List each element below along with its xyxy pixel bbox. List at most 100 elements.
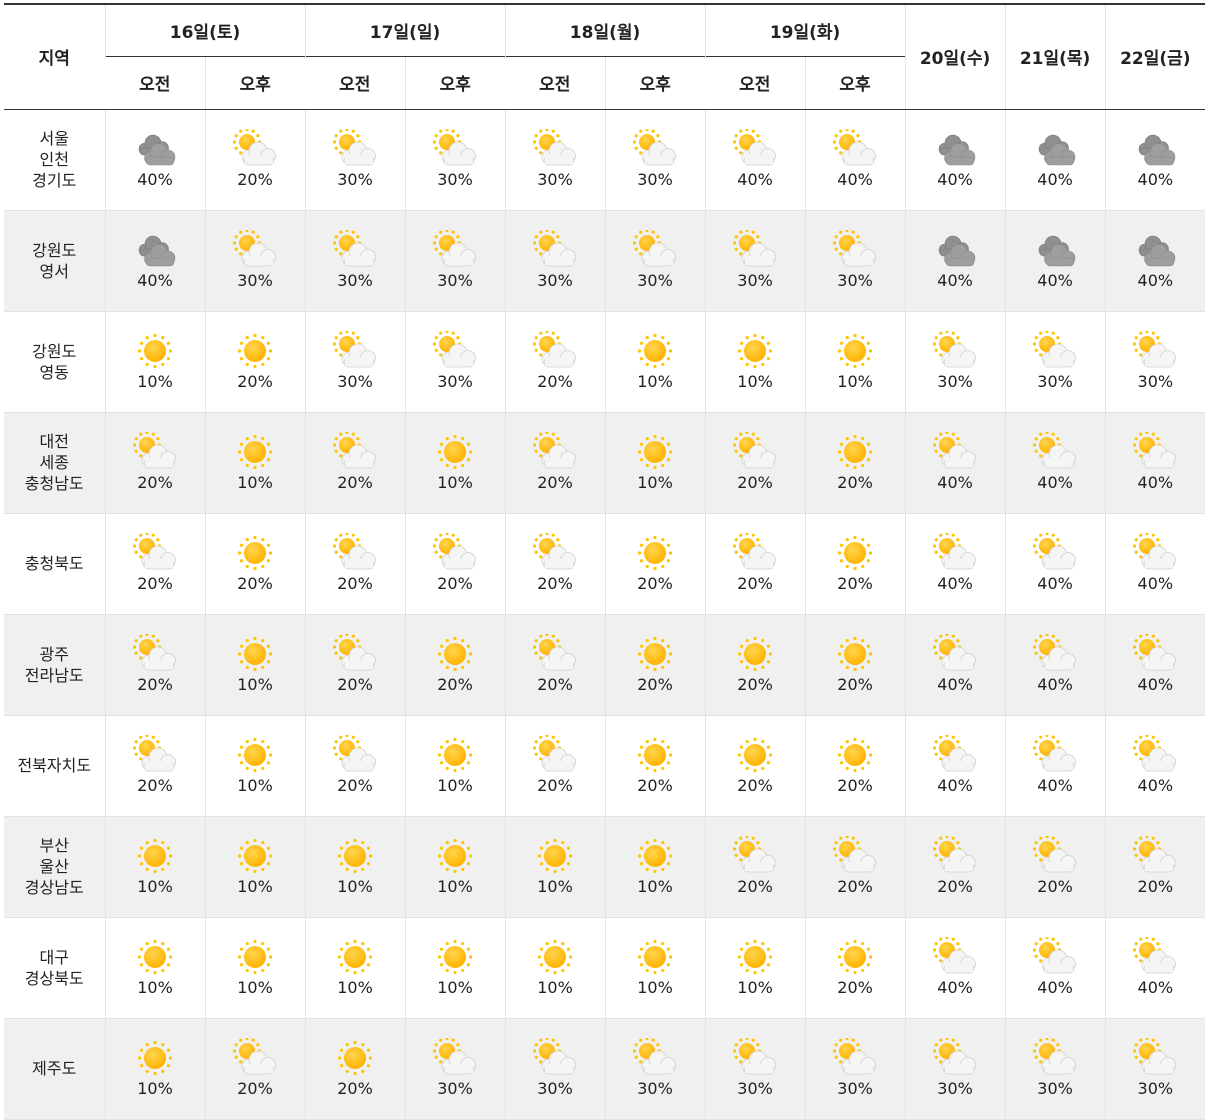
forecast-cell: 20% [204, 513, 306, 615]
precipitation-probability: 20% [737, 877, 773, 896]
partly-cloudy-icon [1131, 836, 1179, 876]
precipitation-probability: 10% [637, 978, 673, 997]
forecast-cell: 20% [904, 816, 1006, 918]
precipitation-probability: 10% [337, 978, 373, 997]
precipitation-probability: 30% [337, 170, 373, 189]
table-body: 서울 인천 경기도 40% 20% 30% 30% 30% 30% 40% 40… [4, 109, 1206, 1120]
sun-icon [731, 735, 779, 775]
partly-cloudy-icon [531, 331, 579, 371]
precipitation-probability: 20% [737, 574, 773, 593]
region-name-line: 강원도 [32, 240, 77, 260]
forecast-cell: 40% [904, 614, 1006, 716]
region-name-line: 충청북도 [24, 554, 84, 573]
precipitation-probability: 20% [337, 1079, 373, 1098]
forecast-cell: 20% [304, 412, 406, 514]
forecast-cell: 40% [1104, 917, 1206, 1019]
precipitation-probability: 10% [237, 978, 273, 997]
forecast-cell: 40% [804, 109, 906, 211]
forecast-cell: 20% [504, 715, 606, 817]
region-cell: 대전 세종 충청남도 [4, 412, 105, 514]
table-row: 강원도 영서 40% 30% 30% 30% 30% 30% 30% 30% 4… [4, 210, 1206, 312]
partly-cloudy-icon [931, 836, 979, 876]
precipitation-probability: 40% [137, 271, 173, 290]
forecast-cell: 20% [304, 513, 406, 615]
forecast-cell: 20% [804, 917, 906, 1019]
precipitation-probability: 10% [137, 978, 173, 997]
precipitation-probability: 20% [837, 473, 873, 492]
partly-cloudy-icon [831, 1038, 879, 1078]
region-name-line: 전북자치도 [17, 756, 92, 775]
sun-icon [831, 735, 879, 775]
region-cell: 대구 경상북도 [4, 917, 105, 1019]
partly-cloudy-icon [931, 735, 979, 775]
forecast-cell: 20% [404, 614, 506, 716]
precipitation-probability: 10% [337, 877, 373, 896]
partly-cloudy-icon [331, 735, 379, 775]
partly-cloudy-icon [331, 331, 379, 371]
region-column-header: 지역 [4, 3, 105, 110]
precipitation-probability: 40% [937, 473, 973, 492]
cloudy-icon [131, 230, 179, 270]
forecast-cell: 20% [104, 614, 205, 716]
forecast-cell: 40% [1004, 210, 1106, 312]
precipitation-probability: 40% [937, 978, 973, 997]
precipitation-probability: 20% [837, 776, 873, 795]
forecast-cell: 10% [204, 816, 306, 918]
precipitation-probability: 10% [537, 877, 573, 896]
forecast-cell: 10% [404, 816, 506, 918]
partly-cloudy-icon [931, 331, 979, 371]
forecast-cell: 20% [204, 1018, 306, 1120]
forecast-cell: 10% [604, 311, 706, 413]
table-row: 부산 울산 경상남도 10% 10% 10% 10% 10% 10% 20% 2… [4, 816, 1206, 918]
precipitation-probability: 10% [437, 776, 473, 795]
forecast-cell: 30% [504, 210, 606, 312]
region-cell: 서울 인천 경기도 [4, 109, 105, 211]
forecast-cell: 10% [104, 311, 205, 413]
precipitation-probability: 30% [437, 271, 473, 290]
forecast-cell: 10% [104, 816, 205, 918]
forecast-cell: 10% [604, 917, 706, 1019]
forecast-cell: 40% [904, 109, 1006, 211]
partly-cloudy-icon [431, 331, 479, 371]
region-name-line: 인천 [39, 150, 69, 169]
sun-icon [531, 836, 579, 876]
table-row: 대전 세종 충청남도 20% 10% 20% 10% 20% 10% 20% 2… [4, 412, 1206, 514]
sun-icon [131, 1038, 179, 1078]
precipitation-probability: 40% [1037, 675, 1073, 694]
forecast-cell: 20% [704, 412, 806, 514]
forecast-cell: 40% [104, 109, 205, 211]
forecast-cell: 10% [204, 917, 306, 1019]
precipitation-probability: 20% [937, 877, 973, 896]
precipitation-probability: 20% [337, 776, 373, 795]
partly-cloudy-icon [1131, 533, 1179, 573]
cloudy-icon [1131, 230, 1179, 270]
precipitation-probability: 20% [137, 675, 173, 694]
precipitation-probability: 20% [537, 372, 573, 391]
forecast-cell: 10% [604, 816, 706, 918]
am-header: 오전 [305, 55, 406, 110]
header-row-days: 지역 16일(토) 17일(일) 18일(월) 19일(화) 20일(수) 21일(목) 2… [4, 3, 1206, 110]
precipitation-probability: 20% [737, 776, 773, 795]
sun-icon [231, 836, 279, 876]
forecast-cell: 30% [604, 109, 706, 211]
forecast-cell: 20% [704, 715, 806, 817]
forecast-cell: 30% [404, 1018, 506, 1120]
forecast-cell: 30% [1104, 311, 1206, 413]
precipitation-probability: 30% [1137, 1079, 1174, 1098]
precipitation-probability: 40% [1137, 170, 1174, 189]
partly-cloudy-icon [531, 1038, 579, 1078]
precipitation-probability: 40% [1037, 473, 1073, 492]
precipitation-probability: 10% [237, 877, 273, 896]
partly-cloudy-icon [331, 432, 379, 472]
forecast-cell: 20% [504, 614, 606, 716]
cloudy-icon [1031, 230, 1079, 270]
forecast-cell: 20% [804, 513, 906, 615]
weather-forecast-table: 지역 16일(토) 17일(일) 18일(월) 19일(화) 20일(수) 21일(목) 2… [4, 3, 1206, 1120]
partly-cloudy-icon [931, 634, 979, 674]
forecast-cell: 20% [704, 816, 806, 918]
forecast-cell: 30% [504, 1018, 606, 1120]
precipitation-probability: 20% [837, 978, 873, 997]
precipitation-probability: 10% [437, 978, 473, 997]
partly-cloudy-icon [431, 1038, 479, 1078]
partly-cloudy-icon [1131, 432, 1179, 472]
